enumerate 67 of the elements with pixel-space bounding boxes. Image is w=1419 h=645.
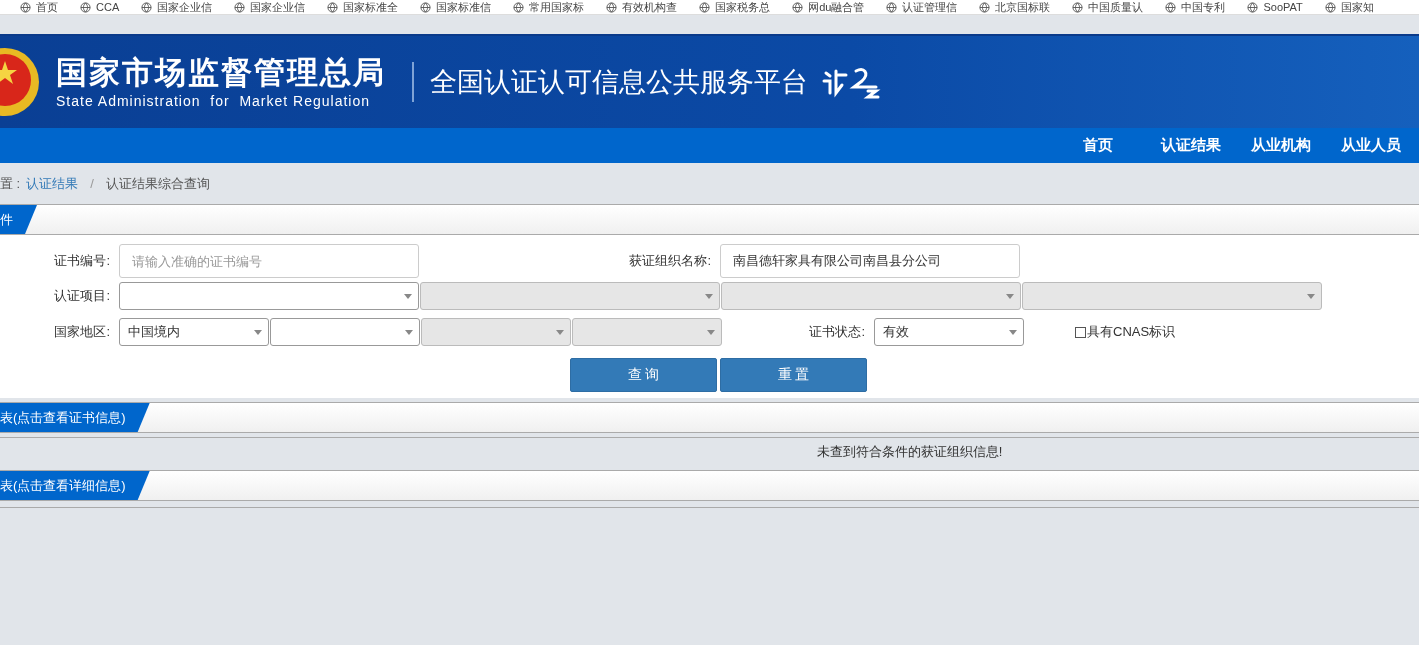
bookmark-item[interactable]: 国家税务总	[699, 1, 771, 13]
bookmark-item[interactable]: 国家知	[1324, 1, 1374, 13]
field-label: 证书状态:	[808, 323, 866, 341]
globe-icon	[513, 1, 525, 13]
emblem-icon	[0, 47, 40, 117]
agency-subtitle: State Administration for Market Regulation	[56, 93, 372, 109]
globe-icon	[234, 1, 246, 13]
breadcrumb-label: 置 :	[0, 174, 21, 193]
globe-icon	[80, 1, 91, 13]
bookmark-item[interactable]: 中国专利	[1165, 1, 1226, 13]
bookmark-item[interactable]: 首页	[20, 1, 58, 13]
globe-icon	[1165, 1, 1177, 13]
caret-icon	[1006, 293, 1014, 299]
globe-icon	[1324, 1, 1336, 13]
bookmark-item[interactable]: 网du融合管	[792, 1, 865, 13]
bookmark-item[interactable]: SooPAT	[1247, 1, 1303, 13]
bookmark-item[interactable]: 国家标准全	[327, 1, 399, 13]
globe-icon	[792, 1, 804, 13]
search-button[interactable]: 查 询	[570, 358, 717, 392]
bookmark-item[interactable]: 国家企业信	[141, 1, 213, 13]
globe-icon	[20, 1, 31, 13]
status-select[interactable]: 有效	[874, 318, 1024, 346]
breadcrumb-link[interactable]: 认证结果	[26, 174, 79, 193]
platform-title: 全国认证认可信息公共服务平台	[430, 66, 808, 99]
reset-button[interactable]: 重 置	[720, 358, 867, 392]
organization-name-field[interactable]: 南昌德轩家具有限公司南昌县分公司	[720, 244, 1020, 278]
bookmark-item[interactable]: 中国质量认	[1072, 1, 1144, 13]
globe-icon	[1072, 1, 1084, 13]
bookmark-item[interactable]: 国家标准信	[420, 1, 492, 13]
caret-icon	[1307, 293, 1315, 299]
caret-icon	[705, 293, 713, 299]
field-label: 获证组织名称:	[628, 252, 712, 270]
caret-icon	[1009, 329, 1017, 335]
caret-icon	[556, 329, 564, 335]
certificate-number-field[interactable]: 请输入准确的证书编号	[119, 244, 419, 278]
globe-icon	[141, 1, 153, 13]
bookmark-item[interactable]: 国家企业信	[234, 1, 306, 13]
caret-icon	[707, 329, 715, 335]
globe-icon	[420, 1, 432, 13]
nav-link[interactable]: 从业人员	[1341, 136, 1401, 155]
caret-icon	[405, 329, 413, 335]
globe-icon	[327, 1, 339, 13]
field-label: 认证项目:	[53, 287, 111, 305]
breadcrumb-current: 认证结果综合查询	[105, 174, 210, 193]
bookmark-item[interactable]: 北京国标联	[979, 1, 1051, 13]
field-label: 国家地区:	[53, 323, 111, 341]
nav-link[interactable]: 从业机构	[1251, 136, 1311, 155]
globe-icon	[606, 1, 618, 13]
dropdown-select[interactable]	[270, 318, 420, 346]
bookmark-item[interactable]: 常用国家标	[513, 1, 585, 13]
agency-title: 国家市场监督管理总局	[56, 55, 386, 91]
dropdown-select[interactable]	[119, 282, 419, 310]
globe-icon	[979, 1, 991, 13]
field-label: 证书编号:	[53, 252, 111, 270]
bookmark-item[interactable]: CCA	[80, 1, 120, 13]
caret-icon	[254, 329, 262, 335]
dropdown-select[interactable]: 中国境内	[119, 318, 269, 346]
nav-link[interactable]: 认证结果	[1161, 136, 1221, 155]
globe-icon	[1247, 1, 1259, 13]
breadcrumb-separator: /	[90, 176, 94, 191]
cnas-checkbox[interactable]: 具有CNAS标识	[1075, 323, 1176, 341]
bookmark-item[interactable]: 认证管理信	[886, 1, 958, 13]
bookmark-item[interactable]: 有效机构查	[606, 1, 678, 13]
nav-link[interactable]: 首页	[1083, 136, 1113, 155]
caret-icon	[404, 293, 412, 299]
globe-icon	[886, 1, 898, 13]
globe-icon	[699, 1, 711, 13]
